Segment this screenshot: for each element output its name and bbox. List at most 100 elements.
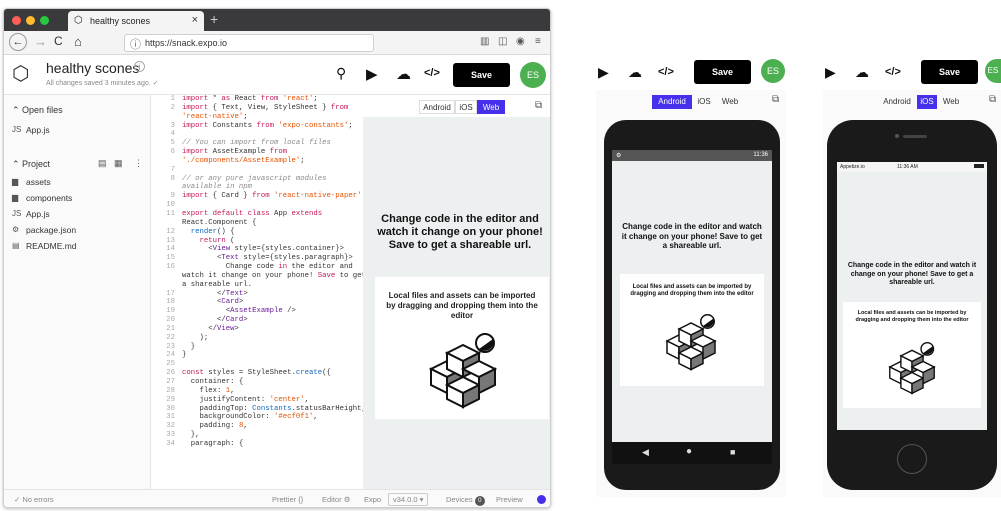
sidebar-toggle-icon[interactable]: ◫ <box>498 36 507 47</box>
card-text: Local files and assets can be imported b… <box>855 310 969 323</box>
project-item-assets[interactable]: ▆ assets <box>12 177 51 187</box>
devices-toggle[interactable]: Devices 0 <box>446 495 485 506</box>
project-item-app-js[interactable]: JS App.js <box>12 209 50 219</box>
platform-tab-ios[interactable]: iOS <box>694 95 714 109</box>
back-button[interactable]: ← <box>9 33 27 51</box>
search-icon[interactable]: ⚲ <box>336 65 346 82</box>
save-button[interactable]: Save <box>453 63 510 87</box>
line-number: 33 <box>166 431 175 440</box>
line-number <box>151 113 175 122</box>
platform-tab-android[interactable]: Android <box>652 95 692 109</box>
zoom-window-button[interactable] <box>40 16 49 25</box>
snack-header: ⬡ healthy scones i All changes saved 3 m… <box>4 55 550 95</box>
platform-tab-android[interactable]: Android <box>419 100 455 114</box>
user-avatar[interactable]: ES <box>520 62 546 88</box>
project-name[interactable]: healthy scones <box>46 60 139 76</box>
save-button[interactable]: Save <box>921 60 978 84</box>
platform-tab-web[interactable]: Web <box>718 95 742 109</box>
open-external-icon[interactable]: ⧉ <box>989 94 996 105</box>
page-info-icon[interactable]: ⓘ <box>130 36 141 52</box>
menu-icon[interactable]: ≡ <box>535 36 541 47</box>
tab-close-icon[interactable]: × <box>192 14 198 26</box>
info-icon[interactable]: i <box>134 61 145 72</box>
platform-tab-ios[interactable]: iOS <box>917 95 937 109</box>
embed-code-icon[interactable]: </> <box>424 67 440 79</box>
download-cloud-icon[interactable]: ☁ <box>628 64 642 81</box>
open-files-header[interactable]: ⌃ Open files <box>12 105 63 116</box>
project-item-readme[interactable]: ▤ README.md <box>12 241 77 251</box>
run-icon[interactable]: ▶ <box>598 64 609 81</box>
line-number: 13 <box>166 236 175 245</box>
tab-title: healthy scones <box>90 16 151 26</box>
android-device-area: Android iOS Web ⧉ ⚙ 11:36 Change code in… <box>596 90 786 497</box>
ios-screen[interactable]: Appetize.io 11:36 AM Change code in the … <box>837 162 987 430</box>
editor-settings[interactable]: Editor ⚙ <box>322 495 350 504</box>
user-avatar[interactable]: ES <box>985 59 1001 83</box>
account-icon[interactable]: ◉ <box>516 36 525 47</box>
ios-phone-frame: Appetize.io 11:36 AM Change code in the … <box>827 120 997 490</box>
preview-card: Local files and assets can be imported b… <box>375 277 549 419</box>
library-icon[interactable]: ▥ <box>480 36 489 47</box>
platform-tab-web[interactable]: Web <box>477 100 505 114</box>
sdk-version-select[interactable]: v34.0.0 ▾ <box>388 493 429 506</box>
line-number: 5 <box>170 139 175 148</box>
user-avatar[interactable]: ES <box>761 59 785 83</box>
platform-tab-web[interactable]: Web <box>939 95 963 109</box>
save-button[interactable]: Save <box>694 60 751 84</box>
project-item-components[interactable]: ▆ components <box>12 193 72 203</box>
minimize-window-button[interactable] <box>26 16 35 25</box>
file-js-icon: JS <box>12 125 22 134</box>
platform-tab-android[interactable]: Android <box>879 95 915 109</box>
line-number: 16 <box>166 263 175 272</box>
code-content[interactable]: import * as React from 'react'; import {… <box>182 95 363 489</box>
url-bar[interactable]: ⓘ https://snack.expo.io <box>124 34 374 52</box>
ios-home-button[interactable] <box>897 444 927 474</box>
new-tab-button[interactable]: + <box>210 11 218 27</box>
close-window-button[interactable] <box>12 16 21 25</box>
embed-code-icon[interactable]: </> <box>885 66 901 78</box>
project-header[interactable]: ⌃ Project <box>12 159 50 170</box>
web-preview-panel: Android iOS Web ⧉ Change code in the edi… <box>363 95 550 489</box>
open-file-item[interactable]: JS App.js <box>12 125 50 135</box>
line-number: 22 <box>166 333 175 342</box>
open-external-icon[interactable]: ⧉ <box>772 94 779 105</box>
prettier-toggle[interactable]: Prettier {} <box>272 495 303 504</box>
platform-tab-ios[interactable]: iOS <box>455 100 477 114</box>
ios-status-time: 11:36 AM <box>897 164 918 170</box>
browser-tab[interactable]: ⬡ healthy scones × <box>68 11 204 31</box>
code-editor[interactable]: 12 3456 78 9 10 11 12 13 14 15 16 17 18 19 20 21 22… <box>151 95 363 489</box>
line-number <box>151 157 175 166</box>
line-number: 27 <box>166 378 175 386</box>
home-button[interactable]: ⌂ <box>74 34 82 49</box>
line-number: 7 <box>170 165 175 174</box>
download-cloud-icon[interactable]: ☁ <box>396 65 411 83</box>
line-number: 8 <box>170 174 175 183</box>
forward-button[interactable]: → <box>34 34 47 49</box>
card-text: Local files and assets can be imported b… <box>630 284 754 297</box>
android-screen[interactable]: ⚙ 11:36 Change code in the editor and wa… <box>612 150 772 464</box>
download-cloud-icon[interactable]: ☁ <box>855 64 869 81</box>
open-external-icon[interactable]: ⧉ <box>535 100 542 111</box>
no-errors-status: ✓ No errors <box>14 495 54 504</box>
preview-card: Local files and assets can be imported b… <box>843 302 981 408</box>
more-options-icon[interactable]: ⋮ <box>134 158 143 169</box>
url-text: https://snack.expo.io <box>145 38 228 48</box>
expo-label: Expo <box>364 495 382 504</box>
project-item-package-json[interactable]: ⚙ package.json <box>12 225 76 235</box>
new-file-icon[interactable]: ▤ <box>98 158 107 169</box>
android-nav-bar: ◀ ● ■ <box>612 442 772 464</box>
android-back-icon[interactable]: ◀ <box>642 447 649 458</box>
android-status-bar: ⚙ 11:36 <box>612 150 772 161</box>
reload-button[interactable]: C <box>54 34 63 48</box>
new-folder-icon[interactable]: ▦ <box>114 158 123 169</box>
android-recents-icon[interactable]: ■ <box>730 447 735 457</box>
snack-logo-icon[interactable]: ⬡ <box>12 61 29 86</box>
line-number: 19 <box>166 307 175 316</box>
embed-code-icon[interactable]: </> <box>658 66 674 78</box>
android-home-icon[interactable]: ● <box>686 446 692 457</box>
run-icon[interactable]: ▶ <box>825 64 836 81</box>
preview-toggle[interactable] <box>537 495 546 504</box>
line-number <box>151 272 175 281</box>
preview-toggle-label: Preview <box>496 495 523 504</box>
run-icon[interactable]: ▶ <box>366 65 378 83</box>
